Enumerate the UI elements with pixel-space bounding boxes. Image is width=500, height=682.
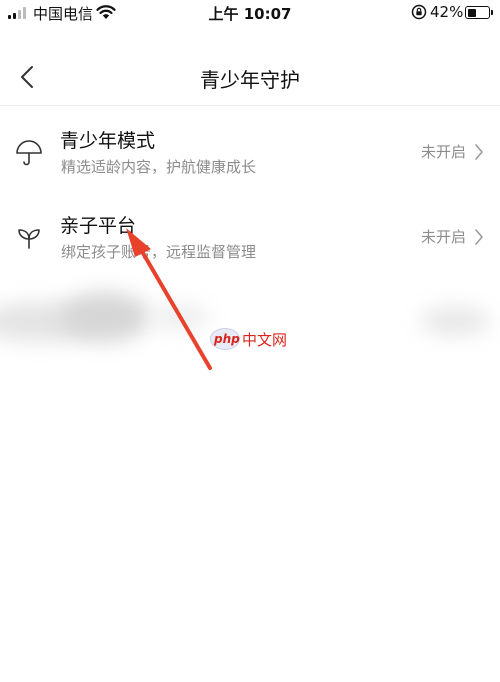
nav-bar: 青少年守护 bbox=[0, 48, 500, 106]
item-status: 未开启 bbox=[420, 143, 466, 161]
battery-level bbox=[467, 8, 476, 17]
chevron-right-icon bbox=[475, 144, 483, 160]
page-title: 青少年守护 bbox=[200, 68, 300, 92]
battery-percent: 42% bbox=[430, 3, 464, 21]
list-item-teen-mode[interactable]: 青少年模式 精选适龄内容，护航健康成长 未开启 bbox=[0, 112, 500, 198]
item-title: 青少年模式 bbox=[60, 130, 156, 152]
watermark-logo: php 中文网 bbox=[210, 327, 296, 351]
item-status: 未开启 bbox=[420, 228, 466, 246]
item-subtitle: 精选适龄内容，护航健康成长 bbox=[61, 158, 257, 176]
item-title: 亲子平台 bbox=[60, 215, 137, 237]
watermark-badge: php bbox=[210, 328, 240, 350]
list-item-parent-platform[interactable]: 亲子平台 绑定孩子账号，远程监督管理 未开启 bbox=[0, 197, 500, 283]
sprout-icon bbox=[18, 229, 40, 249]
rotation-lock-icon bbox=[411, 4, 427, 20]
watermark-text: 中文网 bbox=[242, 331, 288, 349]
battery-icon bbox=[465, 6, 493, 19]
item-subtitle: 绑定孩子账号，远程监督管理 bbox=[61, 243, 257, 261]
chevron-right-icon bbox=[475, 229, 483, 245]
status-bar: 中国电信 上午 10:07 42% bbox=[0, 0, 500, 26]
umbrella-icon bbox=[16, 140, 42, 166]
